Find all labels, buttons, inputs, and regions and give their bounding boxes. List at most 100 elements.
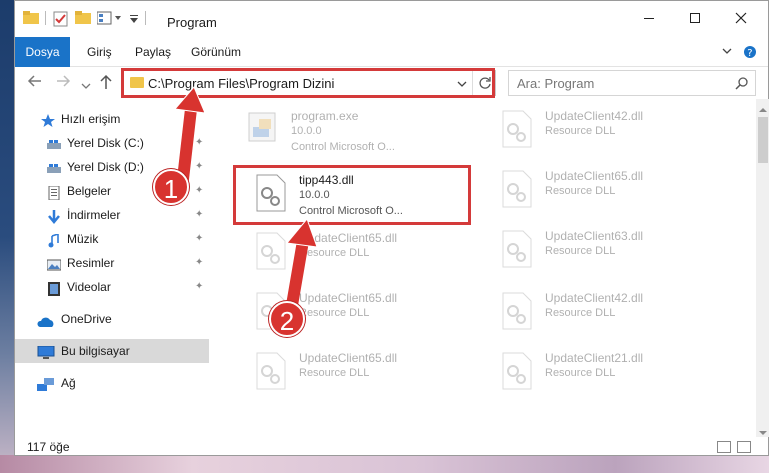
file-item[interactable]: UpdateClient42.dll Resource DLL	[497, 285, 727, 337]
file-item[interactable]: UpdateClient63.dll Resource DLL	[497, 223, 727, 275]
drive-icon	[47, 136, 61, 150]
maximize-icon	[689, 11, 701, 29]
drive-icon	[47, 160, 61, 174]
recent-locations-icon[interactable]	[81, 77, 91, 95]
nav-network[interactable]: Ağ	[15, 371, 209, 395]
nav-label: Videolar	[67, 280, 111, 294]
separator-icon	[145, 11, 147, 28]
dll-gear-icon	[497, 169, 537, 209]
search-icon[interactable]	[735, 76, 749, 93]
close-icon	[735, 11, 747, 29]
nav-label: Hızlı erişim	[61, 112, 121, 126]
tab-file[interactable]: Dosya	[15, 37, 70, 67]
file-item[interactable]: program.exe 10.0.0 Control Microsoft O..…	[243, 103, 473, 155]
customize-toolbar-icon[interactable]	[129, 13, 139, 27]
nav-label: Ağ	[61, 376, 76, 390]
step-marker-1: 1	[153, 169, 189, 205]
folder-icon	[23, 11, 39, 28]
nav-label: Yerel Disk (C:)	[67, 136, 144, 150]
forward-arrow-icon[interactable]	[55, 74, 71, 93]
search-placeholder[interactable]: Ara: Program	[517, 76, 594, 91]
file-name: UpdateClient21.dll	[545, 351, 644, 365]
exe-icon	[243, 109, 283, 149]
pin-icon[interactable]: ✦	[195, 227, 203, 251]
tab-home[interactable]: Giriş	[77, 37, 122, 67]
file-highlight	[233, 165, 471, 225]
computer-icon	[37, 344, 55, 359]
nav-item-videos[interactable]: Videolar ✦	[15, 275, 209, 299]
nav-label: Resimler	[67, 256, 115, 270]
file-name: program.exe	[291, 109, 359, 123]
file-item[interactable]: UpdateClient42.dll Resource DLL	[497, 103, 727, 155]
title-bar: Program	[15, 1, 768, 37]
maximize-button[interactable]	[672, 5, 718, 35]
pin-icon[interactable]: ✦	[195, 275, 203, 299]
pictures-icon	[46, 256, 62, 271]
new-folder-icon[interactable]	[75, 11, 91, 28]
scroll-thumb[interactable]	[758, 117, 768, 163]
tab-view[interactable]: Görünüm	[181, 37, 251, 67]
documents-icon	[47, 184, 61, 201]
status-bar: 117 öğe	[15, 437, 768, 457]
window-title: Program	[167, 15, 217, 30]
nav-label: İndirmeler	[67, 208, 121, 222]
pin-icon[interactable]: ✦	[195, 251, 203, 275]
file-description: Control Microsoft O...	[291, 141, 395, 153]
details-view-icon[interactable]	[717, 441, 731, 453]
star-icon	[41, 112, 55, 127]
item-count: 117 öğe	[27, 440, 70, 454]
step-marker-2: 2	[269, 301, 305, 337]
nav-label: Belgeler	[67, 184, 112, 198]
desktop-wallpaper-left	[0, 0, 14, 473]
nav-this-pc[interactable]: Bu bilgisayar	[15, 339, 209, 363]
dll-gear-icon	[497, 351, 537, 391]
ribbon-tabs: Dosya Giriş Paylaş Görünüm ?	[15, 37, 768, 67]
file-item[interactable]: UpdateClient65.dll Resource DLL	[251, 345, 481, 397]
dll-gear-icon	[497, 109, 537, 149]
search-box[interactable]: Ara: Program	[508, 70, 756, 96]
downloads-icon	[47, 208, 61, 224]
help-icon[interactable]: ?	[743, 45, 757, 62]
file-version: 10.0.0	[291, 125, 322, 137]
file-type: Resource DLL	[545, 245, 616, 257]
chevron-down-icon[interactable]	[721, 45, 733, 60]
cloud-icon	[37, 312, 54, 327]
nav-item-pictures[interactable]: Resimler ✦	[15, 251, 209, 275]
desktop-wallpaper-bottom	[0, 455, 769, 473]
dll-gear-icon	[497, 291, 537, 331]
view-options-icon[interactable]	[96, 11, 123, 28]
dll-gear-icon	[497, 229, 537, 269]
file-name: UpdateClient42.dll	[545, 109, 644, 123]
file-item[interactable]: UpdateClient21.dll Resource DLL	[497, 345, 727, 397]
file-name: UpdateClient42.dll	[545, 291, 644, 305]
nav-label: Bu bilgisayar	[61, 344, 130, 358]
file-type: Resource DLL	[545, 367, 616, 379]
nav-label: Yerel Disk (D:)	[67, 160, 144, 174]
dll-gear-icon	[251, 351, 291, 391]
nav-onedrive[interactable]: OneDrive	[15, 307, 209, 331]
properties-icon[interactable]	[53, 11, 69, 30]
file-type: Resource DLL	[545, 125, 616, 137]
music-icon	[47, 232, 61, 248]
separator-icon	[45, 11, 47, 28]
close-button[interactable]	[718, 5, 764, 35]
tab-share[interactable]: Paylaş	[125, 37, 181, 67]
up-arrow-icon[interactable]	[99, 74, 113, 95]
vertical-scrollbar[interactable]	[756, 99, 769, 437]
file-name: UpdateClient65.dll	[545, 169, 644, 183]
svg-text:?: ?	[747, 48, 752, 59]
minimize-button[interactable]	[626, 5, 672, 35]
network-icon	[37, 376, 54, 391]
file-name: UpdateClient63.dll	[545, 229, 644, 243]
back-arrow-icon[interactable]	[27, 74, 43, 93]
file-item[interactable]: UpdateClient65.dll Resource DLL	[497, 163, 727, 215]
videos-icon	[47, 280, 61, 296]
scroll-up-icon[interactable]	[759, 102, 767, 116]
large-icons-view-icon[interactable]	[737, 441, 751, 453]
nav-item-downloads[interactable]: İndirmeler ✦	[15, 203, 209, 227]
file-type: Resource DLL	[545, 307, 616, 319]
explorer-window: Program Dosya Giriş Paylaş Görünüm ? C:\…	[14, 0, 769, 456]
pin-icon[interactable]: ✦	[195, 203, 203, 227]
nav-label: OneDrive	[61, 312, 112, 326]
nav-item-music[interactable]: Müzik ✦	[15, 227, 209, 251]
